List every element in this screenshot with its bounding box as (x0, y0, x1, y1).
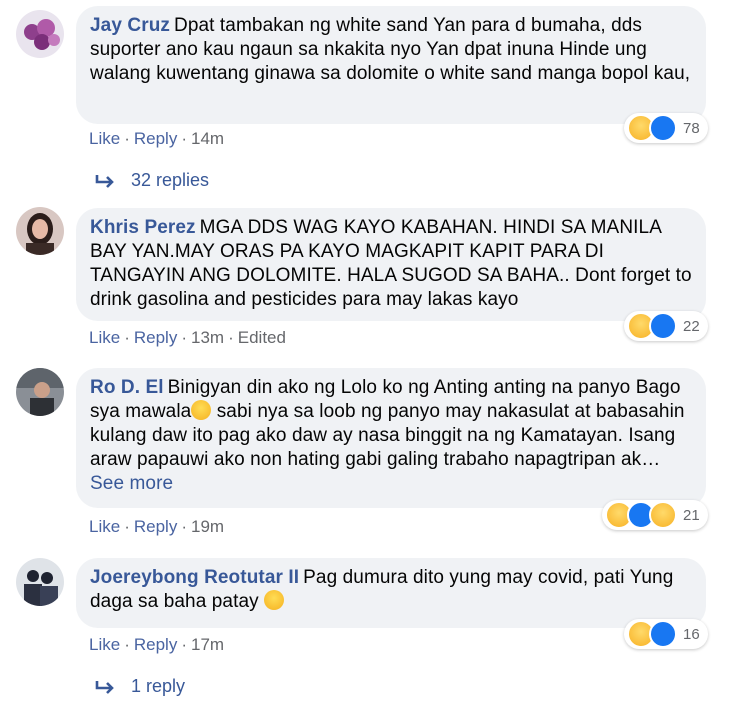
reaction-count: 21 (683, 506, 700, 524)
reply-arrow-icon (95, 680, 114, 694)
comment-actions: Like · Reply · 13m · Edited (89, 328, 286, 347)
comment-actions: Like · Reply · 17m (89, 635, 225, 654)
reply-link[interactable]: Reply (134, 635, 177, 654)
reaction-summary[interactable]: 22 (624, 311, 708, 341)
avatar[interactable] (16, 10, 64, 58)
relieved-face-icon (191, 400, 212, 420)
reply-link[interactable]: Reply (134, 129, 177, 148)
reaction-count: 22 (683, 317, 700, 335)
like-link[interactable]: Like (89, 129, 120, 148)
avatar[interactable] (16, 207, 64, 255)
like-icon (649, 312, 677, 340)
view-replies-link[interactable]: 32 replies (95, 170, 209, 191)
like-link[interactable]: Like (89, 328, 120, 347)
reply-link[interactable]: Reply (134, 517, 177, 536)
tears-of-joy-icon (264, 590, 285, 610)
like-icon (649, 114, 677, 142)
comment-timestamp[interactable]: 13m (191, 328, 224, 347)
comment-bubble: Jay Cruz Dpat tambakan ng white sand Yan … (76, 6, 706, 124)
like-link[interactable]: Like (89, 517, 120, 536)
reaction-count: 78 (683, 119, 700, 137)
reaction-summary[interactable]: 21 (602, 500, 708, 530)
commenter-name[interactable]: Jay Cruz (90, 15, 170, 36)
replies-count: 32 replies (131, 170, 210, 190)
comment-timestamp[interactable]: 14m (191, 129, 224, 148)
like-link[interactable]: Like (89, 635, 120, 654)
comment-timestamp[interactable]: 19m (191, 517, 224, 536)
avatar[interactable] (16, 558, 64, 606)
comment-actions: Like · Reply · 19m (89, 517, 225, 536)
reply-arrow-icon (95, 174, 114, 188)
comment-bubble: Ro D. El Binigyan din ako ng Lolo ko ng A… (76, 368, 706, 508)
avatar[interactable] (16, 368, 64, 416)
replies-count: 1 reply (131, 676, 186, 696)
comment-text: Dpat tambakan ng white sand Yan para d b… (90, 15, 691, 84)
reply-link[interactable]: Reply (134, 328, 177, 347)
commenter-name[interactable]: Ro D. El (90, 377, 164, 398)
like-icon (649, 620, 677, 648)
reaction-summary[interactable]: 78 (624, 113, 708, 143)
comment-actions: Like · Reply · 14m (89, 129, 225, 148)
comment-bubble: Joereybong Reotutar II Pag dumura dito yu… (76, 558, 706, 628)
comment-bubble: Khris Perez MGA DDS WAG KAYO KABAHAN. HIN… (76, 208, 706, 321)
edited-label: Edited (237, 328, 286, 347)
reaction-count: 16 (683, 625, 700, 643)
sad-icon (649, 501, 677, 529)
view-replies-link[interactable]: 1 reply (95, 676, 185, 697)
commenter-name[interactable]: Joereybong Reotutar II (90, 567, 299, 588)
commenter-name[interactable]: Khris Perez (90, 217, 196, 238)
comment-timestamp[interactable]: 17m (191, 635, 224, 654)
see-more-link[interactable]: See more (90, 473, 173, 494)
reaction-summary[interactable]: 16 (624, 619, 708, 649)
